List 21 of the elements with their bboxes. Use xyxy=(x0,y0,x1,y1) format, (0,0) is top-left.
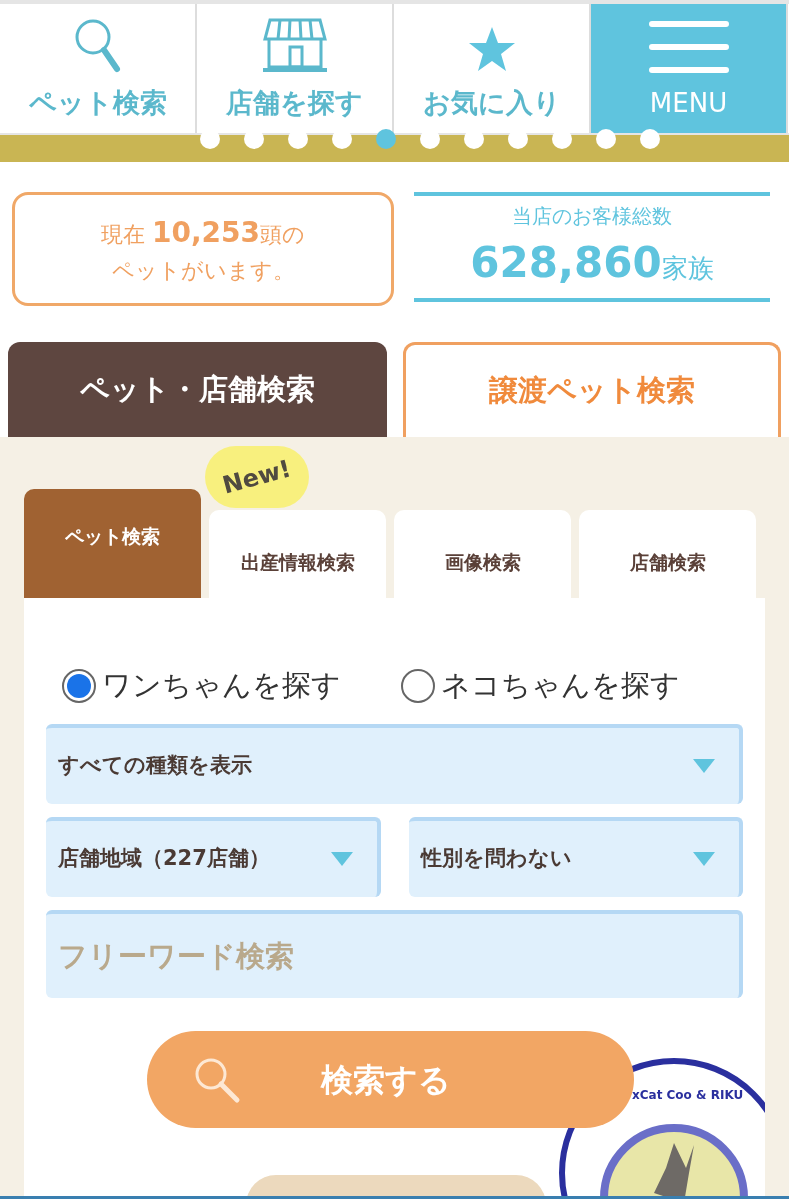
pet-count-text: 現在 10,253頭の xyxy=(100,214,306,251)
search-mode-tab[interactable]: ペット・店舗検索 xyxy=(8,342,387,437)
search-type-tab[interactable]: ペット検索 xyxy=(24,489,201,598)
pet-type-radio[interactable]: ワンちゃんを探す xyxy=(62,664,341,708)
dropdown-field[interactable]: すべての種類を表示 xyxy=(46,724,743,804)
dropdown-field[interactable]: 性別を問わない xyxy=(409,817,743,897)
freeword-input-field[interactable]: フリーワード検索 xyxy=(46,910,743,998)
dropdown-caret-icon xyxy=(693,852,715,866)
search-type-tab[interactable]: 画像検索 xyxy=(394,510,571,598)
dropdown-caret-icon xyxy=(331,852,353,866)
customer-count-text: 628,860家族 xyxy=(470,236,714,289)
new-badge: New! xyxy=(205,446,309,508)
search-type-tab[interactable]: 出産情報検索 xyxy=(209,510,386,598)
pet-count-text: ペットがいます。 xyxy=(111,256,295,285)
menu-icon xyxy=(648,20,729,74)
dropdown-field[interactable]: 店舗地域（227店舗） xyxy=(46,817,381,897)
pet-type-radio[interactable]: ネコちゃんを探す xyxy=(401,664,680,708)
dropdown-caret-icon xyxy=(693,759,715,773)
search-type-tab[interactable]: 店舗検索 xyxy=(579,510,756,598)
customer-count-label: 当店のお客様総数 xyxy=(512,202,672,230)
shop-icon xyxy=(261,16,328,73)
